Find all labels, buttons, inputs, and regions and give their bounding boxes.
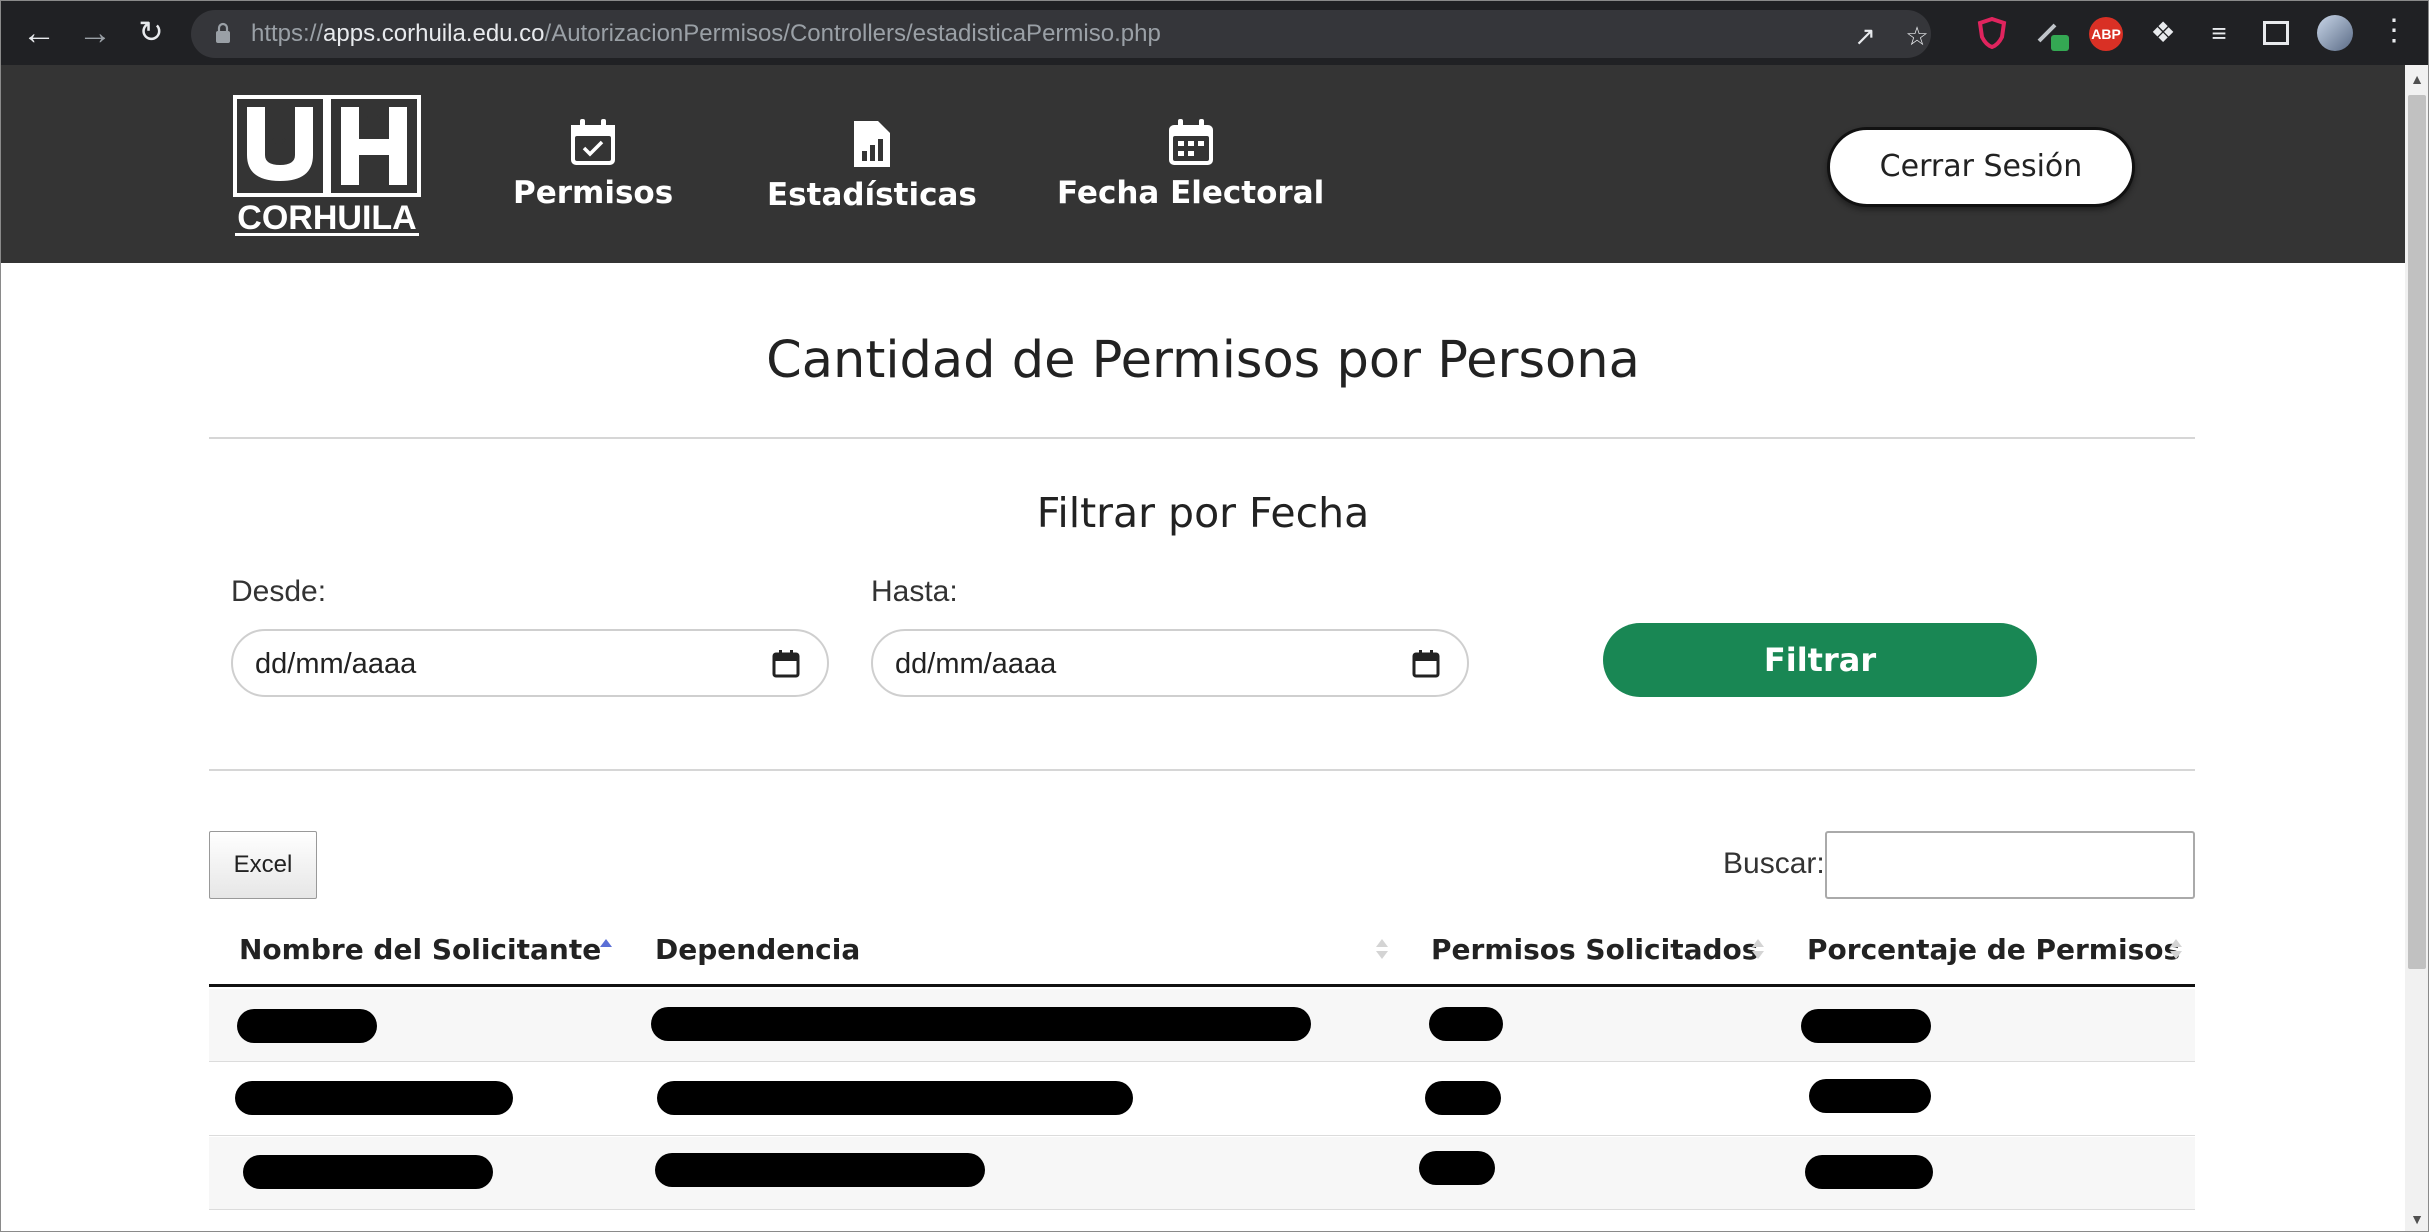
calendar-check-icon [571,119,616,165]
extension-pen-icon[interactable] [2035,17,2073,53]
reading-list-icon[interactable]: ≡ [2205,19,2233,47]
scroll-down-arrow-icon[interactable]: ▼ [2409,1211,2425,1227]
adblock-icon[interactable]: ABP [2089,17,2123,51]
column-header-dependencia[interactable]: Dependencia [655,933,860,966]
redacted-cell [237,1009,377,1043]
nav-estadisticas-label: Estadísticas [767,177,977,213]
filter-button[interactable]: Filtrar [1603,623,2037,697]
from-date-placeholder: dd/mm/aaaa [255,648,417,680]
url-path: /AutorizacionPermisos/Controllers/estadi… [544,20,1161,47]
calendar-picker-icon[interactable] [771,649,801,679]
bookmark-star-icon[interactable]: ☆ [1903,22,1931,50]
redacted-cell [1419,1151,1495,1185]
redacted-cell [1809,1079,1931,1113]
table-row[interactable] [209,1137,2195,1210]
excel-export-button[interactable]: Excel [209,831,317,899]
column-header-nombre[interactable]: Nombre del Solicitante [239,933,601,966]
sort-both-icon[interactable] [1375,935,1389,963]
table-header: Nombre del Solicitante Dependencia Permi… [209,917,2195,987]
filter-title: Filtrar por Fecha [1036,489,1370,537]
site-header: CORHUILA Permisos Estadísticas Fecha Ele… [1,65,2405,263]
redacted-cell [655,1153,985,1187]
to-date-label: Hasta: [871,575,958,608]
kebab-menu-icon[interactable]: ⋮ [2379,16,2409,46]
nav-permisos-label: Permisos [513,175,674,211]
logout-button[interactable]: Cerrar Sesión [1827,127,2135,207]
sort-both-icon[interactable] [2169,935,2183,963]
page-title: Cantidad de Permisos por Persona [766,331,1640,390]
redacted-cell [651,1007,1311,1041]
profile-avatar[interactable] [2317,15,2353,51]
logo-text: CORHUILA [237,199,416,237]
divider [209,437,2195,439]
browser-toolbar: ← → ↻ https://apps.corhuila.edu.co/Autor… [1,1,2428,65]
redacted-cell [1801,1009,1931,1043]
nav-fecha-electoral-label: Fecha Electoral [1057,175,1325,211]
scroll-up-arrow-icon[interactable]: ▲ [2409,71,2425,87]
redacted-cell [657,1081,1133,1115]
redacted-cell [1425,1081,1501,1115]
redacted-cell [1429,1007,1503,1041]
calendar-picker-icon[interactable] [1411,649,1441,679]
nav-fecha-electoral[interactable]: Fecha Electoral [1057,119,1324,211]
nav-estadisticas[interactable]: Estadísticas [767,119,977,213]
from-date-label: Desde: [231,575,327,608]
to-date-placeholder: dd/mm/aaaa [895,648,1057,680]
search-input[interactable] [1825,831,2195,899]
nav-permisos[interactable]: Permisos [513,119,673,211]
screenshot-frame: ← → ↻ https://apps.corhuila.edu.co/Autor… [0,0,2429,1232]
share-icon[interactable]: ↗ [1851,22,1879,50]
divider [209,769,2195,771]
search-label: Buscar: [1723,847,1825,880]
from-date-input[interactable]: dd/mm/aaaa [231,629,829,697]
side-panel-icon[interactable] [2263,21,2289,45]
column-header-porcentaje[interactable]: Porcentaje de Permisos [1807,933,2180,966]
url-host: apps.corhuila.edu.co [323,20,545,47]
url-text: https://apps.corhuila.edu.co/Autorizacio… [251,20,1161,48]
corhuila-logo[interactable]: CORHUILA [233,95,421,237]
extensions-puzzle-icon[interactable]: ❖ [2149,19,2177,47]
redacted-cell [1805,1155,1933,1189]
table-row[interactable] [209,1063,2195,1136]
table-row[interactable] [209,989,2195,1062]
brave-shield-icon[interactable] [1977,17,2007,49]
lock-icon [216,22,230,43]
sort-ascending-icon[interactable] [599,935,613,963]
scrollbar-thumb[interactable] [2408,95,2426,969]
file-chart-icon [853,121,890,167]
address-bar[interactable]: https://apps.corhuila.edu.co/Autorizacio… [191,10,1931,58]
redacted-cell [243,1155,493,1189]
back-arrow-icon[interactable]: ← [19,13,59,53]
column-header-permisos-solicitados[interactable]: Permisos Solicitados [1431,933,1758,966]
to-date-input[interactable]: dd/mm/aaaa [871,629,1469,697]
redacted-cell [235,1081,513,1115]
reload-icon[interactable]: ↻ [131,13,171,53]
url-scheme: https:// [251,20,324,47]
forward-arrow-icon[interactable]: → [75,13,115,53]
sort-both-icon[interactable] [1751,935,1765,963]
calendar-event-icon [1168,119,1213,165]
